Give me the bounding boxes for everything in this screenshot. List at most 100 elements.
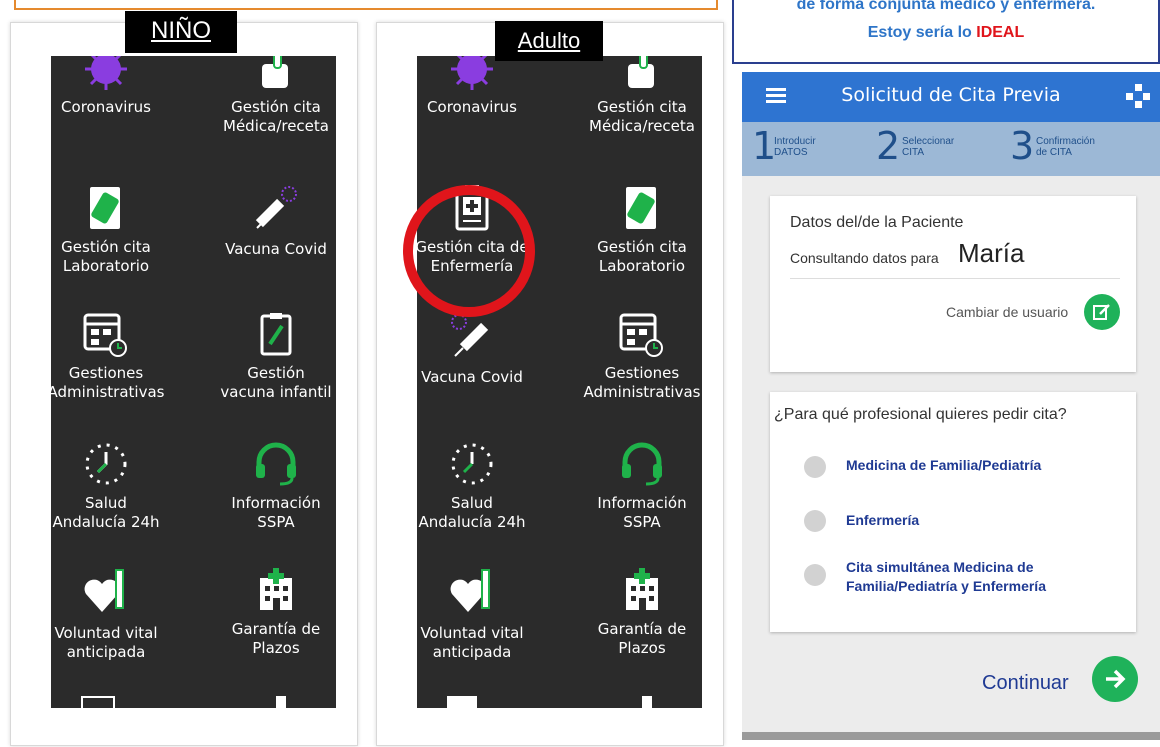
patient-name: María: [958, 238, 1025, 268]
tile-label: Gestiones Administrativas: [51, 364, 165, 401]
callout-line2: Estoy sería lo IDEAL: [734, 24, 1158, 42]
tile-label: Vacuna Covid: [421, 368, 523, 386]
callout-line1: de forma conjunta médico y enfermera.: [796, 0, 1096, 13]
tile-voluntad-vital[interactable]: Voluntad vital anticipada: [51, 568, 171, 662]
arrow-right-icon: [1106, 669, 1126, 689]
professional-card: ¿Para qué profesional quieres pedir cita…: [770, 392, 1136, 632]
top-frame: [14, 0, 718, 10]
coronavirus-icon: [85, 56, 127, 90]
tile-informacion-sspa[interactable]: Información SSPA: [211, 440, 336, 532]
patient-card: Datos del/de la Paciente Consultando dat…: [770, 196, 1136, 372]
tile-gestion-vacuna-infantil[interactable]: Gestión vacuna infantil: [211, 312, 336, 402]
headset-icon: [256, 442, 296, 486]
tile-label: Gestión cita Laboratorio: [597, 238, 687, 275]
syringe-icon: [451, 314, 489, 357]
tile-gestion-cita-medica[interactable]: Gestión cita Médica/receta: [577, 56, 702, 136]
nino-label: NIÑO: [125, 11, 237, 53]
tile-coronavirus[interactable]: Coronavirus: [417, 56, 537, 117]
tile-gestion-cita-laboratorio[interactable]: Gestión cita Laboratorio: [577, 184, 702, 276]
tile-garantia-plazos[interactable]: Garantía de Plazos: [577, 568, 702, 658]
tile-gestion-cita-medica[interactable]: Gestión cita Médica/receta: [211, 56, 336, 136]
vaccine-document-icon: [260, 313, 292, 356]
clock-icon: [451, 443, 493, 485]
radio-cita-simultanea[interactable]: [804, 564, 826, 586]
cita-previa-app: Solicitud de Cita Previa 1 Introducir DA…: [742, 72, 1160, 740]
tile-voluntad-vital[interactable]: Voluntad vital anticipada: [417, 568, 537, 662]
nino-panel: Coronavirus Gestión cita Médica/receta G…: [10, 11, 358, 746]
tile-label: Gestión vacuna infantil: [220, 364, 332, 401]
clock-icon: [85, 443, 127, 485]
tile-label: Garantía de Plazos: [231, 620, 321, 657]
patient-heading: Datos del/de la Paciente: [790, 214, 964, 231]
tile-label: Gestión cita Médica/receta: [223, 98, 329, 135]
heart-pen-icon: [450, 569, 490, 612]
tile-vacuna-covid[interactable]: Vacuna Covid: [417, 312, 537, 387]
app-bottom-bar: [742, 732, 1160, 740]
continue-label[interactable]: Continuar: [982, 672, 1069, 695]
radio-enfermeria[interactable]: [804, 510, 826, 532]
professional-question: ¿Para qué profesional quieres pedir cita…: [774, 406, 1067, 423]
hand-icon: [628, 56, 654, 88]
option-enfermeria[interactable]: Enfermería: [846, 511, 919, 530]
tile-label: Información SSPA: [597, 494, 687, 531]
step-number: 1: [752, 124, 777, 168]
step-number: 3: [1010, 124, 1035, 168]
partial-icon: [81, 696, 115, 708]
nino-screen: Coronavirus Gestión cita Médica/receta G…: [51, 56, 336, 708]
steps-bar: 1 Introducir DATOS 2 Seleccionar CITA 3 …: [742, 122, 1160, 176]
tile-vacuna-covid[interactable]: Vacuna Covid: [211, 184, 336, 259]
change-user-button[interactable]: [1084, 294, 1120, 330]
tile-informacion-sspa[interactable]: Información SSPA: [577, 440, 702, 532]
option-medicina[interactable]: Medicina de Familia/Pediatría: [846, 456, 1041, 475]
callout-line2-text: Estoy sería lo: [867, 24, 977, 41]
tile-label: Coronavirus: [61, 98, 151, 116]
tile-label: Coronavirus: [427, 98, 517, 116]
tile-gestion-cita-laboratorio[interactable]: Gestión cita Laboratorio: [51, 184, 171, 276]
tile-label: Salud Andalucía 24h: [418, 494, 526, 531]
syringe-icon: [255, 186, 297, 229]
calendar-icon: [83, 313, 127, 357]
hospital-icon: [260, 568, 292, 610]
tile-label: Información SSPA: [231, 494, 321, 531]
consulting-label: Consultando datos para: [790, 250, 939, 266]
network-icon[interactable]: [1126, 84, 1150, 108]
tile-salud-andalucia[interactable]: Salud Andalucía 24h: [51, 440, 171, 532]
app-header: Solicitud de Cita Previa: [742, 72, 1160, 122]
tile-label: Salud Andalucía 24h: [52, 494, 160, 531]
calendar-icon: [619, 313, 663, 357]
callout-box: de forma conjunta médico y enfermera. Es…: [732, 0, 1160, 64]
partial-icon: [642, 696, 652, 708]
tile-label: Garantía de Plazos: [597, 620, 687, 657]
tile-label: Vacuna Covid: [225, 240, 327, 258]
hospital-icon: [626, 568, 658, 610]
divider: [790, 278, 1120, 279]
adulto-label: Adulto: [495, 21, 603, 61]
highlight-circle: [403, 185, 535, 317]
tile-label: Voluntad vital anticipada: [54, 624, 158, 661]
tile-garantia-plazos[interactable]: Garantía de Plazos: [211, 568, 336, 658]
adulto-panel: Coronavirus Gestión cita Médica/receta G…: [376, 21, 724, 746]
tile-label: Gestiones Administrativas: [583, 364, 701, 401]
tile-label: Gestión cita Médica/receta: [589, 98, 695, 135]
tile-gestiones-administrativas[interactable]: Gestiones Administrativas: [51, 312, 171, 402]
tile-coronavirus[interactable]: Coronavirus: [51, 56, 171, 117]
callout-highlight: IDEAL: [976, 24, 1025, 41]
coronavirus-icon: [451, 56, 493, 90]
change-user-label[interactable]: Cambiar de usuario: [946, 304, 1068, 320]
headset-icon: [622, 442, 662, 486]
tile-salud-andalucia[interactable]: Salud Andalucía 24h: [417, 440, 537, 532]
lab-document-icon: [90, 187, 120, 229]
option-cita-simultanea[interactable]: Cita simultánea Medicina de Familia/Pedi…: [846, 558, 1046, 596]
edit-icon: [1093, 304, 1110, 320]
continue-button[interactable]: [1092, 656, 1138, 702]
step-number: 2: [876, 124, 901, 168]
tile-gestiones-administrativas[interactable]: Gestiones Administrativas: [577, 312, 702, 402]
heart-pen-icon: [84, 569, 124, 612]
tile-label: Voluntad vital anticipada: [420, 624, 524, 661]
tile-label: Gestión cita Laboratorio: [61, 238, 151, 275]
partial-icon: [447, 696, 477, 708]
hand-icon: [262, 56, 288, 88]
adulto-screen: Coronavirus Gestión cita Médica/receta G…: [417, 56, 702, 708]
step-text: Confirmación de CITA: [1036, 136, 1095, 158]
radio-medicina[interactable]: [804, 456, 826, 478]
